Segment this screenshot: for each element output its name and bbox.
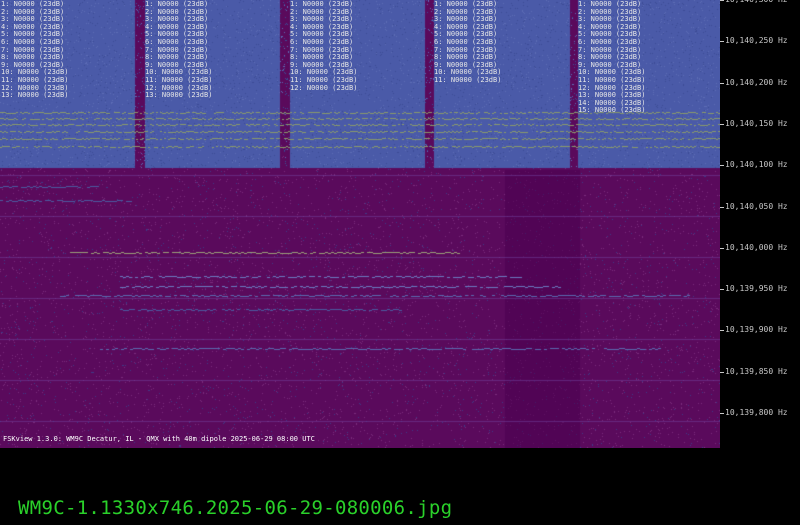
spot-entry: 12: N0000 (23dB) <box>290 83 358 92</box>
scale-tick <box>720 165 724 167</box>
scale-tick <box>720 371 724 373</box>
spot-entry: 13: N0000 (23dB) <box>145 91 213 100</box>
spot-list: 1: N0000 (23dB) 2: N0000 (23dB) 3: N0000 (… <box>145 0 213 100</box>
frequency-label: 10,140,100 Hz <box>725 160 788 170</box>
spot-entry: 11: N0000 (23dB) <box>434 75 502 84</box>
spot-list: 1: N0000 (23dB) 2: N0000 (23dB) 3: N0000 (… <box>1 0 69 100</box>
scale-tick <box>720 289 724 291</box>
frequency-label: 10,139,950 Hz <box>725 284 788 294</box>
frequency-label: 10,140,300 Hz <box>725 0 788 5</box>
frequency-label: 10,140,150 Hz <box>725 118 788 128</box>
spot-list: 1: N0000 (23dB) 2: N0000 (23dB) 3: N0000 (… <box>578 0 646 115</box>
frequency-label: 10,139,900 Hz <box>725 325 788 335</box>
frequency-label: 10,140,250 Hz <box>725 36 788 46</box>
frequency-label: 10,139,850 Hz <box>725 366 788 376</box>
scale-tick <box>720 206 724 208</box>
spot-list: 1: N0000 (23dB) 2: N0000 (23dB) 3: N0000 (… <box>434 0 502 85</box>
spot-entry: 15: N0000 (23dB) <box>578 106 646 115</box>
scale-tick <box>720 41 724 43</box>
status-line: FSKview 1.3.0: WM9C Decatur, IL - QMX wi… <box>3 435 315 443</box>
scale-tick <box>720 82 724 84</box>
scale-tick <box>720 0 724 1</box>
frequency-label: 10,139,800 Hz <box>725 408 788 417</box>
frequency-label: 10,140,200 Hz <box>725 77 788 87</box>
file-caption: WM9C-1.1330x746.2025-06-29-080006.jpg <box>18 497 453 519</box>
spot-entry: 13: N0000 (23dB) <box>1 91 69 100</box>
scale-tick <box>720 123 724 125</box>
scale-tick <box>720 413 724 414</box>
scale-tick <box>720 247 724 249</box>
frequency-scale: 10,140,300 Hz 10,140,250 Hz 10,140,200 Hz 1… <box>720 0 800 448</box>
frequency-label: 10,140,050 Hz <box>725 201 788 211</box>
spot-list: 1: N0000 (23dB) 2: N0000 (23dB) 3: N0000 (… <box>290 0 358 92</box>
fskview-window: 1: N0000 (23dB) 2: N0000 (23dB) 3: N0000 (… <box>0 0 800 448</box>
frequency-label: 10,140,000 Hz <box>725 242 788 252</box>
scale-tick <box>720 330 724 332</box>
